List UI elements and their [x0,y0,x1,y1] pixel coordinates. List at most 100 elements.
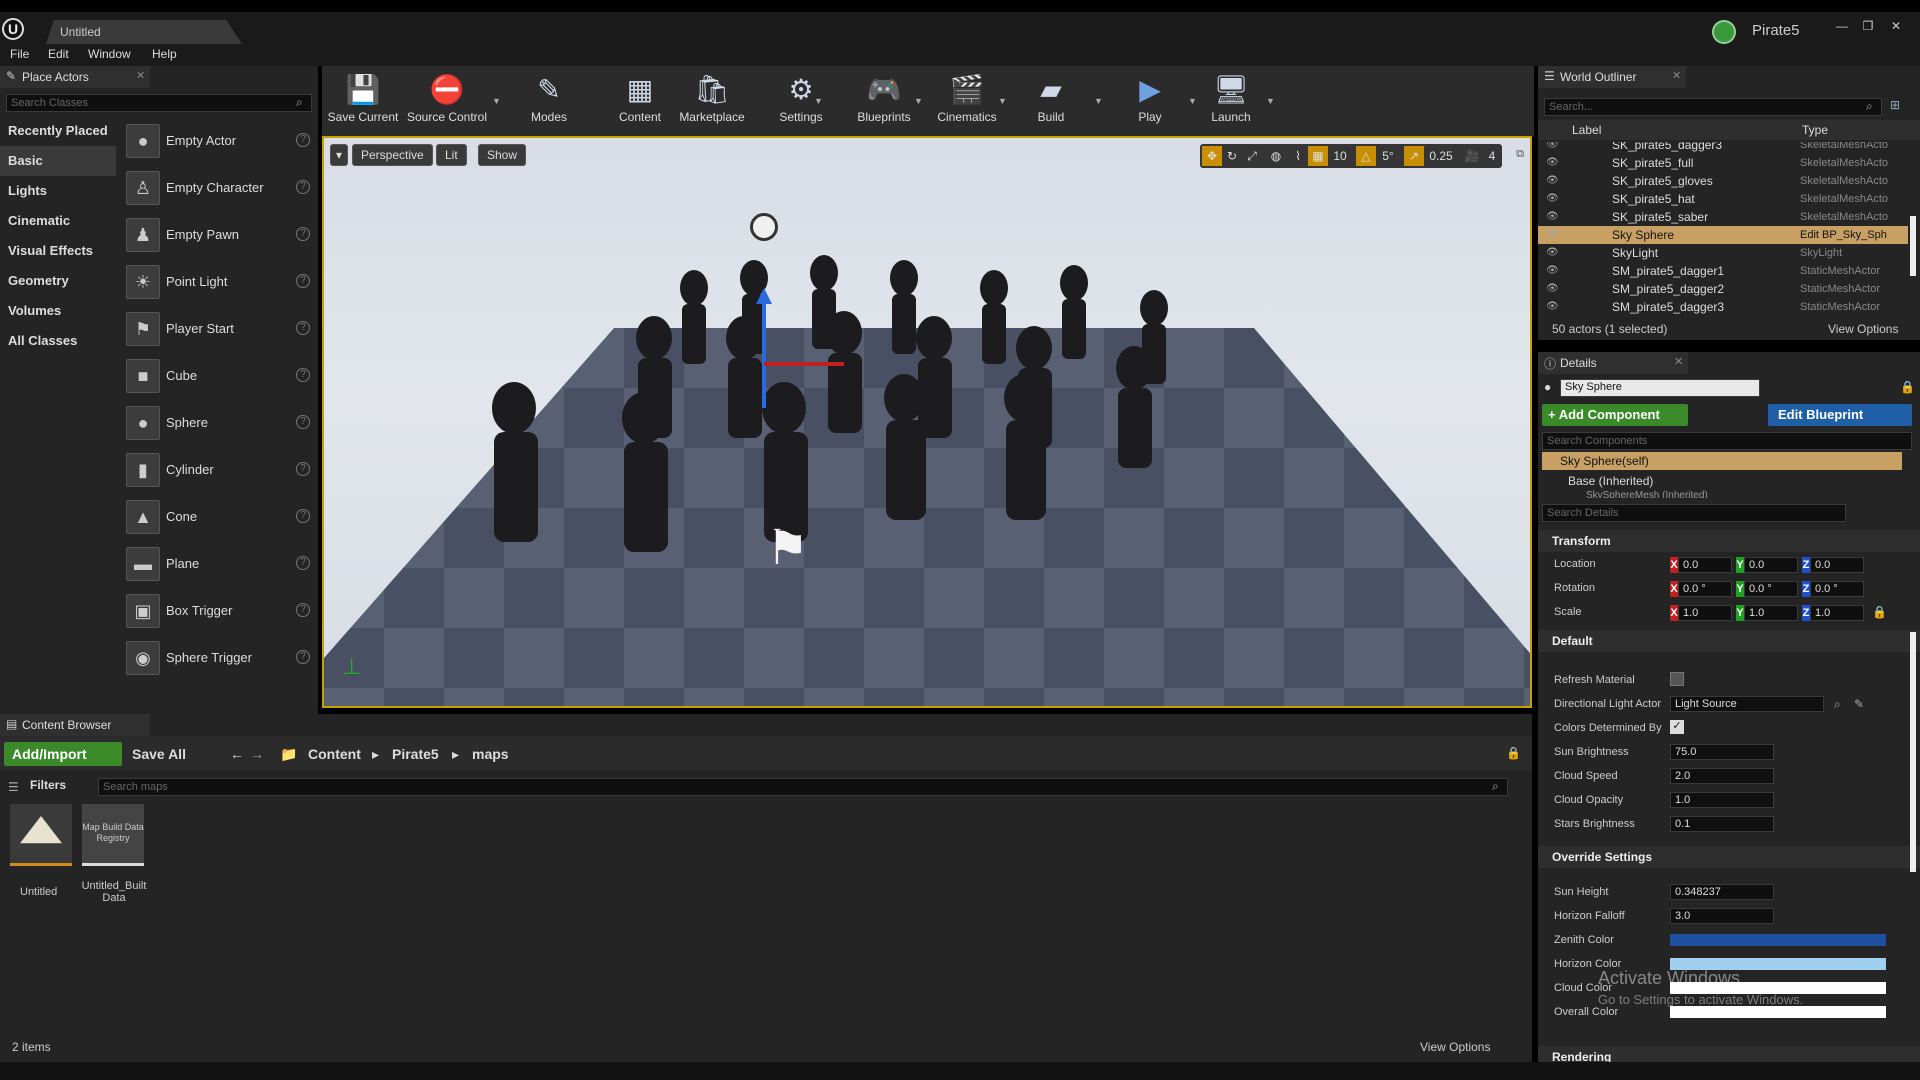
actor-item-player-start[interactable]: ⚑ Player Start ? [122,306,318,352]
actor-item-empty-pawn[interactable]: ♟ Empty Pawn ? [122,212,318,258]
content-browser-tab[interactable]: Content Browser [0,714,150,736]
back-arrow-icon[interactable]: ← [230,746,244,762]
category-volumes[interactable]: Volumes [0,296,116,326]
outliner-row[interactable]: 👁 SM_pirate5_dagger3 StaticMeshActor [1538,298,1908,316]
visibility-eye-icon[interactable]: 👁 [1546,262,1560,280]
camera-speed-value[interactable]: 4 [1482,146,1502,166]
cloud-opacity-input[interactable]: 1.0 [1670,792,1774,808]
light-source-dropdown[interactable]: Light Source [1670,696,1824,712]
help-icon[interactable]: ? [296,415,310,429]
outliner-row[interactable]: 👁 SK_pirate5_full SkeletalMeshActo [1538,154,1908,172]
row-type[interactable]: Edit BP_Sky_Sph [1800,226,1887,244]
place-actors-tab[interactable]: Place Actors [0,66,150,88]
category-lights[interactable]: Lights [0,176,116,206]
cinematics-button[interactable]: 🎬 Cinematics [928,70,1006,132]
category-basic[interactable]: Basic [0,146,116,176]
outliner-scrollbar[interactable] [1910,216,1916,276]
menu-edit[interactable]: Edit [48,47,69,61]
help-icon[interactable]: ? [296,650,310,664]
minimize-button[interactable]: — [1830,18,1854,34]
scale-snap-icon[interactable]: ↗ [1404,146,1424,166]
visibility-eye-icon[interactable]: 👁 [1546,280,1560,298]
maximize-button[interactable]: ❐ [1856,18,1880,34]
blueprints-button[interactable]: 🎮 Blueprints [848,70,920,132]
modes-button[interactable]: ✎ Modes [518,70,580,132]
outliner-row[interactable]: 👁 SK_pirate5_hat SkeletalMeshActo [1538,190,1908,208]
location-y-input[interactable]: 0.0 [1744,557,1798,573]
actor-item-sphere-trigger[interactable]: ◉ Sphere Trigger ? [122,635,318,681]
details-tab[interactable]: Details [1538,352,1688,374]
category-all-classes[interactable]: All Classes [0,326,116,356]
sky-sphere-icon[interactable] [750,213,778,241]
horizon-falloff-input[interactable]: 3.0 [1670,908,1774,924]
scale-snap-value[interactable]: 0.25 [1424,146,1458,166]
search-details-input[interactable]: Search Details [1542,504,1846,522]
lock-icon[interactable]: 🔒 [1506,746,1521,760]
label-column-header[interactable]: Label [1572,123,1601,137]
rotation-z-input[interactable]: 0.0 ° [1810,581,1864,597]
help-icon[interactable]: ? [296,509,310,523]
component-base-row[interactable]: Base (Inherited) [1568,474,1653,488]
menu-help[interactable]: Help [152,47,177,61]
launch-dropdown-icon[interactable]: ▼ [1266,96,1275,106]
rotation-label[interactable]: Rotation [1554,582,1595,594]
scale-z-input[interactable]: 1.0 [1810,605,1864,621]
play-button[interactable]: ▶ Play [1122,70,1178,132]
settings-dropdown-icon[interactable]: ▼ [814,96,823,106]
help-icon[interactable]: ? [296,321,310,335]
help-icon[interactable]: ? [296,368,310,382]
scale-y-input[interactable]: 1.0 [1744,605,1798,621]
actor-item-cube[interactable]: ■ Cube ? [122,353,318,399]
rotation-x-input[interactable]: 0.0 ° [1678,581,1732,597]
cloud-speed-input[interactable]: 2.0 [1670,768,1774,784]
grid-snap-icon[interactable]: ▦ [1308,146,1328,166]
location-x-input[interactable]: 0.0 [1678,557,1732,573]
lit-button[interactable]: Lit [436,144,467,166]
visibility-eye-icon[interactable]: 👁 [1546,298,1560,316]
actor-item-empty-character[interactable]: ♙ Empty Character ? [122,165,318,211]
breadcrumb-content[interactable]: Content [308,746,361,762]
blueprints-dropdown-icon[interactable]: ▼ [914,96,923,106]
actor-name-input[interactable]: Sky Sphere [1560,379,1760,397]
actor-item-cylinder[interactable]: ▮ Cylinder ? [122,447,318,493]
cinematics-dropdown-icon[interactable]: ▼ [998,96,1007,106]
visibility-eye-icon[interactable]: 👁 [1546,172,1560,190]
marketplace-button[interactable]: 🛍 Marketplace [672,70,752,132]
outliner-row[interactable]: 👁 SK_pirate5_gloves SkeletalMeshActo [1538,172,1908,190]
world-local-icon[interactable]: ◍ [1266,146,1286,166]
breadcrumb-pirate5[interactable]: Pirate5 [392,746,439,762]
search-classes-input[interactable]: Search Classes [6,94,312,112]
show-button[interactable]: Show [478,144,527,166]
visibility-eye-icon[interactable]: 👁 [1546,226,1560,244]
menu-window[interactable]: Window [88,47,131,61]
rotation-snap-value[interactable]: 5° [1376,146,1400,166]
component-self-row[interactable]: Sky Sphere(self) [1542,452,1902,470]
filters-button[interactable]: Filters [30,778,66,792]
type-column-header[interactable]: Type [1802,123,1828,137]
close-window-button[interactable]: ✕ [1884,18,1908,34]
save-current-button[interactable]: 💾 Save Current [326,70,400,132]
outliner-row[interactable]: 👁 SM_pirate5_dagger1 StaticMeshActor [1538,262,1908,280]
forward-arrow-icon[interactable]: → [250,746,264,762]
location-z-input[interactable]: 0.0 [1810,557,1864,573]
visibility-eye-icon[interactable]: 👁 [1546,208,1560,226]
details-scrollbar[interactable] [1910,632,1916,872]
actor-item-sphere[interactable]: ● Sphere ? [122,400,318,446]
visibility-eye-icon[interactable]: 👁 [1546,142,1560,154]
player-start-icon[interactable]: ⚑ [766,518,824,580]
help-icon[interactable]: ? [296,462,310,476]
add-filter-icon[interactable]: ⊞ [1890,98,1900,112]
transform-section-header[interactable]: Transform [1538,530,1920,552]
breadcrumb-maps[interactable]: maps [472,746,509,762]
lock-scale-icon[interactable]: 🔒 [1872,605,1887,619]
rotation-snap-icon[interactable]: △ [1356,146,1376,166]
source-control-dropdown-icon[interactable]: ▼ [492,96,501,106]
picker-icon[interactable]: ✎ [1854,697,1864,711]
menu-file[interactable]: File [10,47,29,61]
actor-item-box-trigger[interactable]: ▣ Box Trigger ? [122,588,318,634]
search-components-input[interactable]: Search Components [1542,432,1912,450]
category-recently-placed[interactable]: Recently Placed [0,116,116,146]
build-dropdown-icon[interactable]: ▼ [1094,96,1103,106]
rotate-mode-icon[interactable]: ↻ [1222,146,1242,166]
refresh-material-checkbox[interactable] [1670,672,1684,686]
